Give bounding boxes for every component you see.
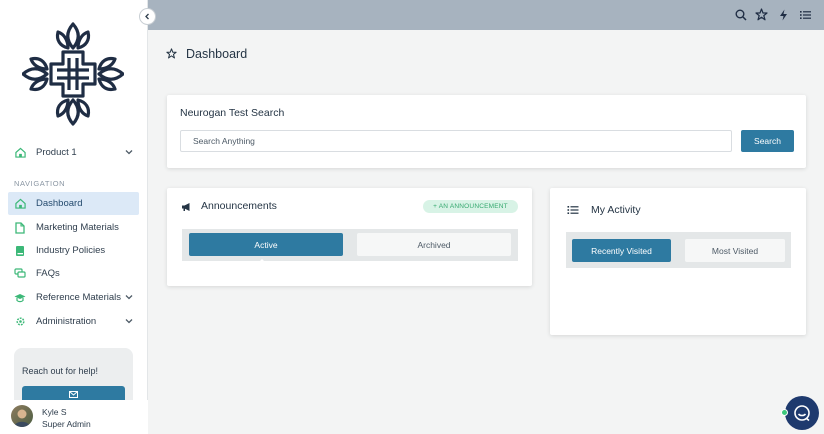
chevron-down-icon bbox=[125, 319, 133, 324]
sidebar-item-label: FAQs bbox=[36, 268, 60, 279]
sidebar-item-label: Reference Materials bbox=[36, 292, 122, 303]
sidebar-item-industry-policies[interactable]: Industry Policies bbox=[8, 239, 139, 262]
tab-archived[interactable]: Archived bbox=[357, 233, 511, 256]
home-icon bbox=[14, 198, 26, 210]
chat-launcher-button[interactable] bbox=[785, 396, 819, 430]
search-button[interactable]: Search bbox=[741, 130, 794, 152]
chevron-down-icon bbox=[125, 295, 133, 300]
announcements-tabs: Active Archived bbox=[182, 229, 518, 261]
chevron-left-icon bbox=[145, 13, 149, 20]
search-card-title: Neurogan Test Search bbox=[180, 107, 285, 119]
help-card: Reach out for help! bbox=[14, 348, 133, 408]
sidebar-item-marketing-materials[interactable]: Marketing Materials bbox=[8, 216, 139, 239]
brand-logo bbox=[22, 22, 124, 126]
sidebar-item-label: Marketing Materials bbox=[36, 222, 119, 233]
activity-tabs: Recently Visited Most Visited bbox=[566, 232, 791, 268]
document-icon bbox=[14, 221, 26, 234]
megaphone-icon bbox=[182, 203, 190, 211]
tab-active[interactable]: Active bbox=[189, 233, 343, 256]
product-selector-label: Product 1 bbox=[36, 147, 77, 158]
home-icon bbox=[14, 147, 26, 159]
sidebar-item-label: Administration bbox=[36, 316, 97, 327]
envelope-icon bbox=[69, 391, 78, 398]
list-icon bbox=[567, 206, 579, 214]
user-profile[interactable]: Kyle S Super Admin bbox=[0, 400, 148, 434]
sidebar-item-label: Dashboard bbox=[36, 198, 83, 209]
search-icon[interactable] bbox=[734, 8, 747, 21]
page-title: Dashboard bbox=[186, 47, 248, 61]
product-selector[interactable]: Product 1 bbox=[8, 141, 139, 164]
add-announcement-button[interactable]: + AN ANNOUNCEMENT bbox=[423, 200, 518, 213]
announcements-card: Announcements + AN ANNOUNCEMENT Active A… bbox=[167, 188, 532, 286]
tab-most-visited[interactable]: Most Visited bbox=[685, 239, 785, 262]
sidebar-item-label: Industry Policies bbox=[36, 245, 106, 256]
sidebar-item-faqs[interactable]: FAQs bbox=[8, 262, 139, 285]
lightning-icon[interactable] bbox=[777, 8, 790, 21]
user-name: Kyle S bbox=[42, 407, 67, 417]
avatar bbox=[11, 405, 33, 427]
search-input[interactable]: Search Anything bbox=[180, 130, 732, 152]
announcements-title: Announcements bbox=[201, 200, 277, 212]
chevron-down-icon bbox=[125, 150, 133, 155]
help-text: Reach out for help! bbox=[22, 366, 99, 376]
sidebar-item-administration[interactable]: Administration bbox=[8, 310, 139, 333]
gear-icon bbox=[14, 316, 26, 328]
graduation-cap-icon bbox=[14, 292, 26, 304]
tab-indicator-icon bbox=[258, 259, 266, 263]
online-status-dot bbox=[781, 409, 788, 416]
sidebar-item-reference-materials[interactable]: Reference Materials bbox=[8, 286, 139, 309]
list-icon[interactable] bbox=[799, 8, 812, 21]
my-activity-card: My Activity Recently Visited Most Visite… bbox=[550, 188, 806, 335]
chat-bubbles-icon bbox=[14, 268, 26, 280]
search-card: Neurogan Test Search Search Anything Sea… bbox=[167, 95, 806, 168]
collapse-sidebar-button[interactable] bbox=[139, 8, 156, 25]
sidebar-item-dashboard[interactable]: Dashboard bbox=[8, 192, 139, 215]
top-bar bbox=[148, 0, 824, 30]
book-icon bbox=[14, 245, 26, 257]
my-activity-title: My Activity bbox=[591, 204, 641, 216]
user-role: Super Admin bbox=[42, 419, 91, 429]
nav-heading: NAVIGATION bbox=[14, 179, 66, 188]
star-icon[interactable] bbox=[755, 8, 768, 21]
sidebar: Product 1 NAVIGATION Dashboard Marketing… bbox=[0, 0, 148, 434]
tab-recently-visited[interactable]: Recently Visited bbox=[572, 239, 671, 262]
chat-icon bbox=[794, 405, 810, 422]
favorite-star-icon[interactable] bbox=[166, 48, 177, 59]
